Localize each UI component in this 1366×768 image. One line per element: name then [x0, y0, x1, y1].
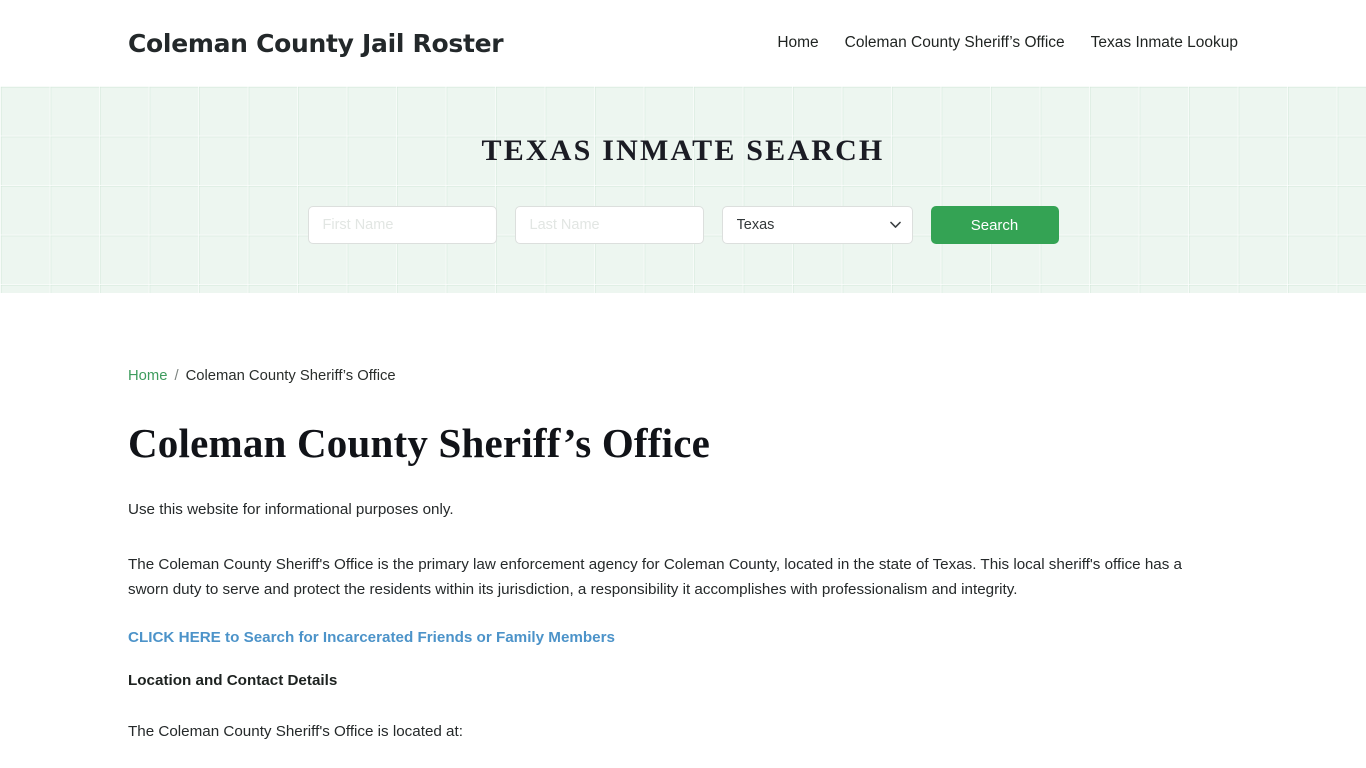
breadcrumb-link-home[interactable]: Home: [128, 368, 167, 384]
site-brand-title[interactable]: Coleman County Jail Roster: [128, 29, 504, 58]
main-navigation: Home Coleman County Sheriff’s Office Tex…: [777, 34, 1238, 52]
first-name-input[interactable]: [307, 206, 497, 244]
disclaimer-text: Use this website for informational purpo…: [128, 501, 454, 518]
breadcrumb: Home / Coleman County Sheriff’s Office: [128, 293, 1238, 384]
breadcrumb-current-page: Coleman County Sheriff’s Office: [185, 368, 396, 384]
state-select-wrapper: Texas: [721, 206, 913, 244]
inmate-search-form: Texas Search: [307, 206, 1059, 244]
site-header: Coleman County Jail Roster Home Coleman …: [0, 0, 1366, 86]
state-select[interactable]: Texas: [721, 206, 913, 244]
page-title: Coleman County Sheriff’s Office: [128, 420, 711, 466]
search-button[interactable]: Search: [930, 206, 1059, 244]
description-text: The Coleman County Sheriff's Office is t…: [128, 556, 1182, 598]
nav-item-texas-inmate-lookup[interactable]: Texas Inmate Lookup: [1091, 34, 1238, 52]
breadcrumb-separator: /: [174, 368, 179, 384]
search-inmates-cta-link[interactable]: CLICK HERE to Search for Incarcerated Fr…: [128, 629, 615, 646]
nav-item-home[interactable]: Home: [777, 34, 818, 52]
located-at-text: The Coleman County Sheriff's Office is l…: [128, 723, 463, 740]
hero-title: TEXAS INMATE SEARCH: [481, 134, 885, 167]
location-contact-heading: Location and Contact Details: [128, 672, 338, 689]
main-content: Home / Coleman County Sheriff’s Office C…: [0, 293, 1366, 768]
last-name-input[interactable]: [514, 206, 704, 244]
nav-item-coleman-county-sheriffs-office[interactable]: Coleman County Sheriff’s Office: [845, 34, 1065, 52]
hero-search-section: TEXAS INMATE SEARCH Texas Search: [0, 86, 1366, 293]
